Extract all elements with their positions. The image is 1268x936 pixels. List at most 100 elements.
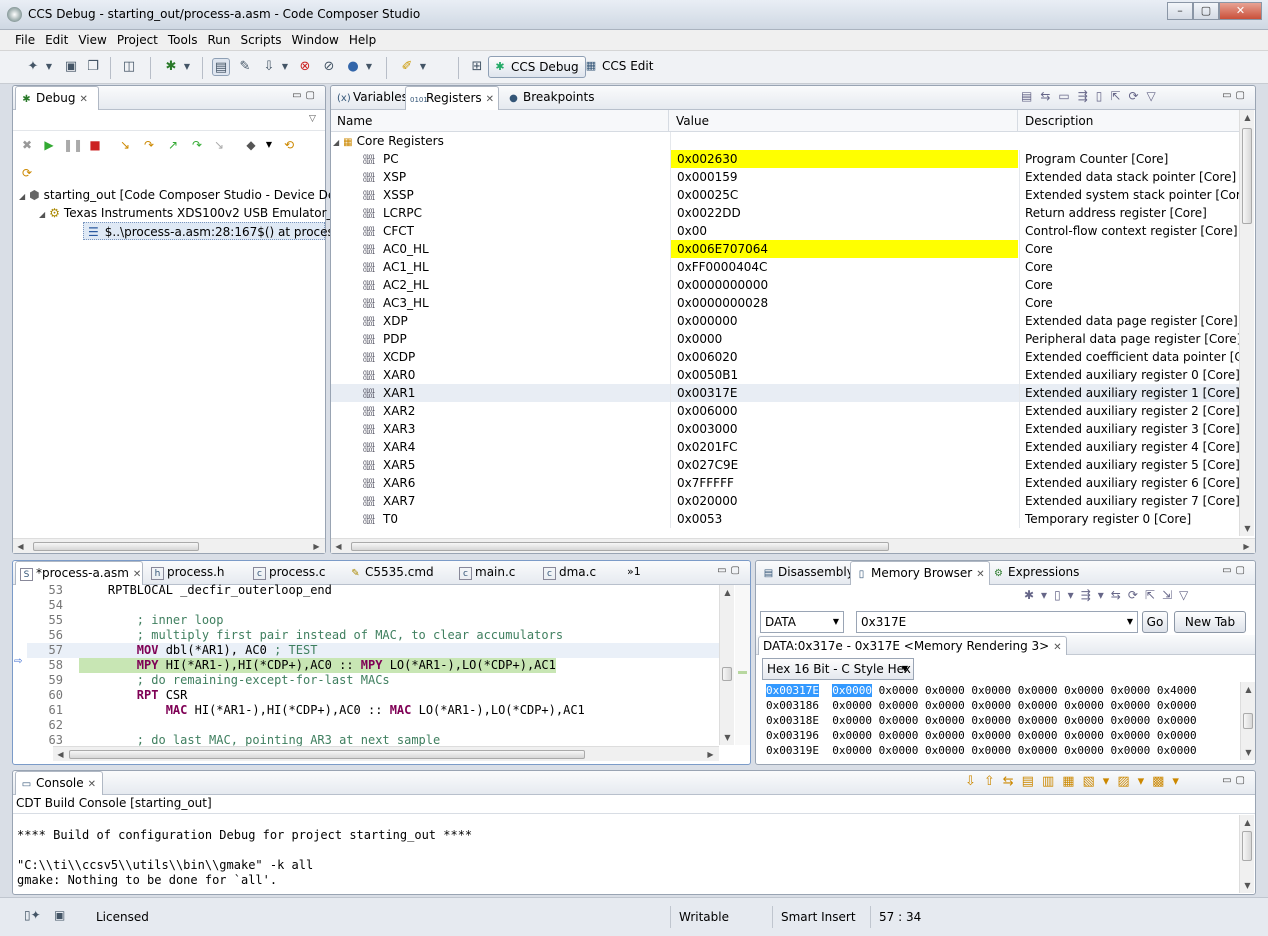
tools-dropdown-icon[interactable]: ▼ (418, 58, 428, 76)
register-row[interactable]: 0101 0101 XAR2 0x006000 Extended auxiliary r… (331, 402, 1239, 420)
register-row[interactable]: 0101 0101 PC 0x002630 Program Counter [Core] (331, 150, 1239, 168)
scroll-thumb[interactable] (1242, 831, 1252, 861)
expand-icon[interactable]: ◢ (333, 138, 339, 147)
column-name[interactable]: Name (331, 110, 669, 131)
memory-toolbar-icons[interactable]: ✱▾▯▾⇶▾⇆⟳⇱⇲▽ (1024, 588, 1195, 602)
target-configuration-icon[interactable]: ▤ (212, 58, 230, 76)
register-value[interactable]: 0x0053 (670, 510, 1018, 528)
scroll-right-icon[interactable]: ▶ (703, 747, 718, 762)
register-row[interactable]: 0101 0101 XAR0 0x0050B1 Extended auxiliary r… (331, 366, 1239, 384)
debug-dropdown-icon[interactable]: ▼ (182, 58, 192, 76)
tree-item-session[interactable]: ◢ ⬢ starting_out [Code Composer Studio - D… (19, 186, 343, 204)
memory-row[interactable]: 0x003186 0x0000 0x0000 0x0000 0x0000 0x0… (766, 698, 1236, 713)
console-output[interactable]: **** Build of configuration Debug for pr… (17, 813, 1237, 893)
register-value[interactable]: 0x0000 (670, 330, 1018, 348)
register-row[interactable]: 0101 0101 CFCT 0x00 Control-flow context reg… (331, 222, 1239, 240)
tab-dma-c[interactable]: c dma.c (539, 561, 600, 585)
scroll-left-icon[interactable]: ◀ (331, 539, 346, 554)
menu-window[interactable]: Window (287, 30, 344, 50)
reset-icon[interactable]: ◆ (243, 138, 259, 152)
memory-word[interactable]: 0x0000 (1110, 684, 1150, 697)
memory-word[interactable]: 0x0000 (1018, 714, 1058, 727)
memory-word[interactable]: 0x0000 (1064, 744, 1104, 757)
scroll-thumb[interactable] (69, 750, 585, 759)
skip-breakpoints-icon[interactable]: ⊘ (320, 58, 338, 76)
register-value[interactable]: 0x006000 (670, 402, 1018, 420)
memory-row[interactable]: 0x00319E 0x0000 0x0000 0x0000 0x0000 0x0… (766, 743, 1236, 758)
register-value[interactable]: 0x0022DD (670, 204, 1018, 222)
code-line[interactable]: 56 ; multiply first pair instead of MAC,… (27, 628, 719, 643)
code-line[interactable]: 58 MPY HI(*AR1-),HI(*CDP+),AC0 :: MPY LO… (27, 658, 719, 673)
new-tab-button[interactable]: New Tab (1174, 611, 1246, 633)
register-row[interactable]: 0101 0101 XAR7 0x020000 Extended auxiliary r… (331, 492, 1239, 510)
perspective-ccs-debug[interactable]: ✱ CCS Debug (488, 56, 586, 78)
code-line[interactable]: 59 ; do remaining-except-for-last MACs (27, 673, 719, 688)
memory-word[interactable]: 0x0000 (832, 714, 872, 727)
register-value[interactable]: 0x0201FC (670, 438, 1018, 456)
register-row[interactable]: 0101 0101 AC0_HL 0x006E707064 Core (331, 240, 1239, 258)
view-minmax[interactable]: ▭▢ (1222, 90, 1249, 101)
tab-expressions[interactable]: ⚙ Expressions (988, 561, 1083, 585)
register-row[interactable]: 0101 0101 AC2_HL 0x0000000000 Core (331, 276, 1239, 294)
tab-memory-browser[interactable]: ▯ Memory Browser ✕ (850, 561, 990, 585)
tab-c5535-cmd[interactable]: ✎ C5535.cmd (345, 561, 438, 585)
scroll-up-icon[interactable]: ▲ (1240, 815, 1255, 830)
memory-word[interactable]: 0x0000 (1018, 744, 1058, 757)
memory-word[interactable]: 0x0000 (879, 729, 919, 742)
load-dropdown-icon[interactable]: ▼ (280, 58, 290, 76)
menu-help[interactable]: Help (344, 30, 381, 50)
memory-word[interactable]: 0x0000 (1064, 699, 1104, 712)
close-icon[interactable]: ✕ (486, 94, 494, 105)
memory-page-select[interactable]: DATA ▼ (760, 611, 844, 633)
memory-word[interactable]: 0x0000 (1110, 699, 1150, 712)
scroll-down-icon[interactable]: ▼ (1241, 745, 1256, 760)
scroll-right-icon[interactable]: ▶ (1239, 539, 1254, 554)
tab-memory-rendering[interactable]: DATA:0x317e - 0x317E <Memory Rendering 3… (758, 636, 1067, 655)
register-row[interactable]: 0101 0101 XAR6 0x7FFFFF Extended auxiliary r… (331, 474, 1239, 492)
register-value[interactable]: 0x0000000000 (670, 276, 1018, 294)
memory-rendering[interactable]: 0x00317E 0x0000 0x0000 0x0000 0x0000 0x0… (766, 683, 1236, 759)
expand-icon[interactable]: ◢ (39, 210, 45, 219)
tab-process-h[interactable]: h process.h (147, 561, 229, 585)
register-row[interactable]: 0101 0101 XCDP 0x006020 Extended coefficient… (331, 348, 1239, 366)
memory-word[interactable]: 0x0000 (1064, 684, 1104, 697)
tools-icon[interactable]: ✐ (398, 58, 416, 76)
memory-row[interactable]: 0x003196 0x0000 0x0000 0x0000 0x0000 0x0… (766, 728, 1236, 743)
tab-variables[interactable]: (x) Variables (333, 86, 412, 110)
debug-icon[interactable]: ✱ (162, 58, 180, 76)
memory-word[interactable]: 0x0000 (925, 699, 965, 712)
memory-word[interactable]: 0x0000 (925, 729, 965, 742)
memory-row[interactable]: 0x00318E 0x0000 0x0000 0x0000 0x0000 0x0… (766, 713, 1236, 728)
register-value[interactable]: 0xFF0000404C (670, 258, 1018, 276)
profile-dropdown-icon[interactable]: ▼ (364, 58, 374, 76)
memory-word[interactable]: 0x0000 (879, 714, 919, 727)
memory-word[interactable]: 0x0000 (925, 714, 965, 727)
console-toolbar-icons[interactable]: ⇩⇧⇆▤▥▦▧▾▨▾▩▾ (965, 774, 1187, 789)
tab-console[interactable]: ▭ Console ✕ (15, 771, 103, 795)
editor-hscrollbar[interactable]: ◀ ▶ (53, 746, 719, 761)
scroll-up-icon[interactable]: ▲ (1240, 110, 1255, 125)
close-icon[interactable]: ✕ (88, 779, 96, 790)
remove-terminated-icon[interactable]: ✖ (19, 138, 35, 152)
memory-word[interactable]: 0x0000 (971, 714, 1011, 727)
scroll-thumb[interactable] (33, 542, 199, 551)
load-program-icon[interactable]: ⇩ (260, 58, 278, 76)
refresh-icon[interactable]: ⟳ (19, 166, 35, 180)
memory-word[interactable]: 0x0000 (1157, 744, 1197, 757)
view-minmax[interactable]: ▭▢ (1222, 565, 1249, 576)
ruler-marker[interactable] (738, 671, 747, 674)
register-row[interactable]: 0101 0101 T0 0x0053 Temporary register 0 [Co… (331, 510, 1239, 528)
view-minmax[interactable]: ▭▢ (717, 565, 744, 576)
memory-word[interactable]: 0x0000 (1110, 744, 1150, 757)
register-value[interactable]: 0x7FFFFF (670, 474, 1018, 492)
memory-word[interactable]: 0x0000 (832, 684, 872, 697)
registers-hscrollbar[interactable]: ◀ ▶ (331, 538, 1255, 553)
registers-vscrollbar[interactable]: ▲ ▼ (1239, 110, 1254, 536)
memory-word[interactable]: 0x4000 (1157, 684, 1197, 697)
scroll-down-icon[interactable]: ▼ (1240, 878, 1255, 893)
memory-vscrollbar[interactable]: ▲ ▼ (1240, 682, 1255, 760)
console-vscrollbar[interactable]: ▲ ▼ (1239, 815, 1254, 893)
tab-main-c[interactable]: c main.c (455, 561, 519, 585)
menu-project[interactable]: Project (112, 30, 163, 50)
scroll-thumb[interactable] (1243, 713, 1253, 729)
